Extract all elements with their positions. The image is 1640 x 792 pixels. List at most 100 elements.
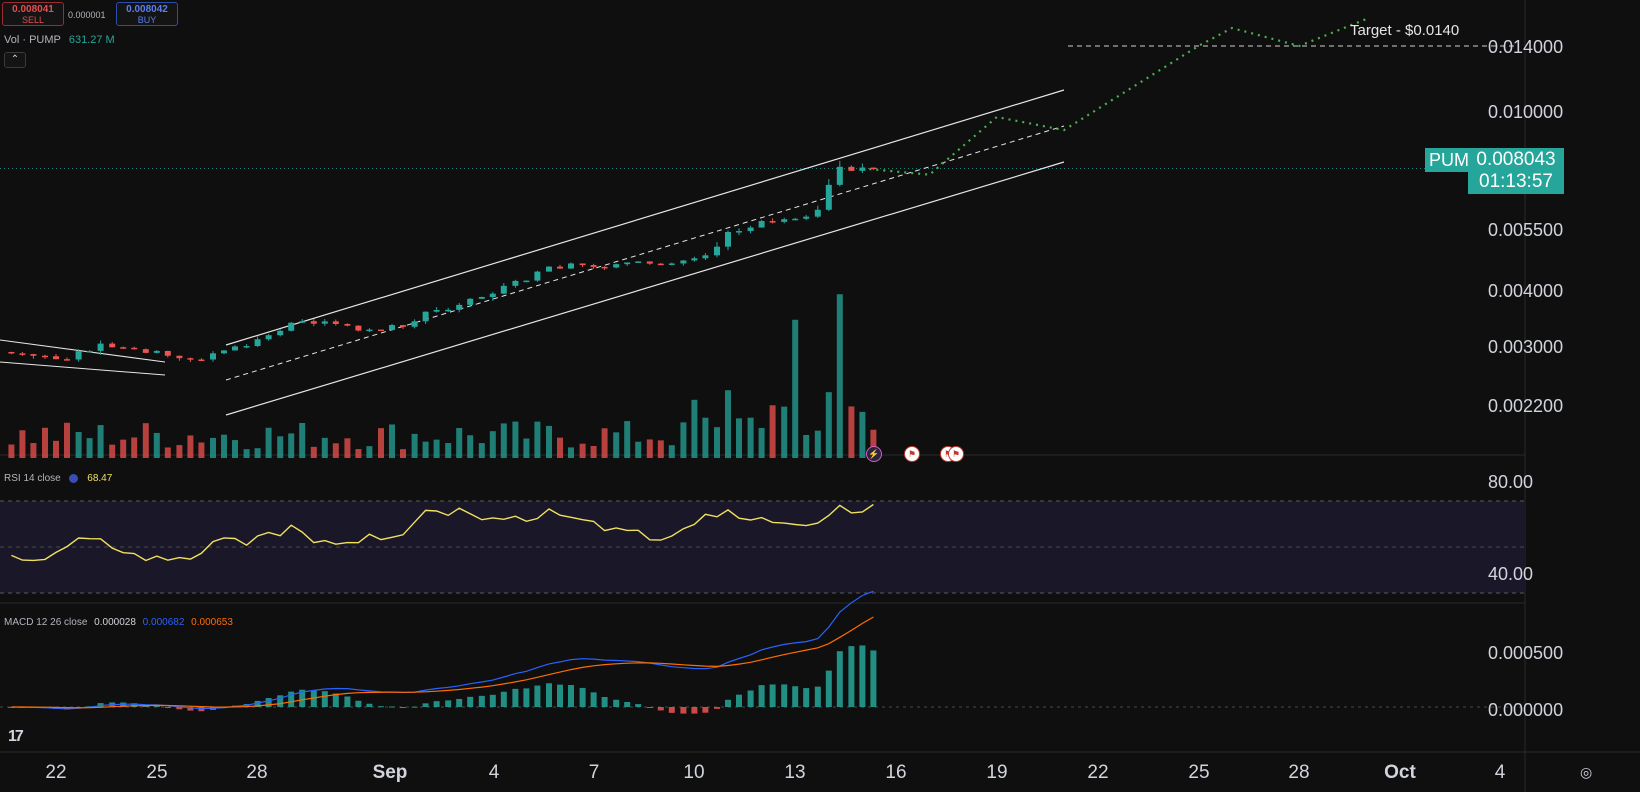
volume-bar [848,406,855,458]
macd-histogram-bar [702,707,709,713]
macd-histogram-bar [792,686,799,707]
rsi-legend: RSI 14 close 68.47 [4,473,112,484]
macd-histogram-bar [781,684,788,707]
time-axis-label: Oct [1384,762,1416,783]
volume-value: 631.27 M [68,34,115,46]
macd-hist-value: 0.000028 [94,617,136,628]
macd-histogram-bar [523,688,530,707]
candle-body [254,339,261,347]
candle-body [657,263,664,266]
candle-body [153,350,160,353]
macd-histogram-bar [668,707,675,713]
candle-body [489,293,496,298]
volume-bar [546,425,552,458]
volume-bar [321,437,328,458]
macd-histogram-bar [859,645,866,707]
volume-bar [758,428,765,458]
candle-body [445,309,452,312]
projection-path [862,17,1367,176]
macd-histogram-bar [500,691,507,707]
macd-histogram-bar [433,701,440,707]
candle-body [624,262,631,265]
macd-histogram-bar [624,701,631,707]
candle-body [19,353,26,355]
rsi-params: 14 close [23,473,61,484]
macd-axis-label: 0.000000 [1488,700,1564,720]
candle-body [714,246,720,256]
volume-bar [781,406,788,458]
price-axis-label: 0.002200 [1488,396,1564,416]
volume-bar [512,421,519,458]
candle-body [848,166,855,171]
macd-histogram-bar [590,692,597,707]
volume-bar [489,431,496,458]
sell-label: SELL [21,15,45,25]
volume-bar [702,417,709,458]
macd-histogram-bar [635,704,642,707]
candle-body [142,349,149,353]
candle-body [355,325,362,331]
gear-icon[interactable]: ◎ [1580,764,1592,781]
us-flag-icon[interactable]: ⚑ [948,446,964,462]
macd-histogram-bar [803,688,810,707]
buy-button[interactable]: 0.008042 BUY [116,2,178,26]
candle-body [613,264,620,268]
volume-bar [232,440,238,458]
macd-histogram-bar [769,684,776,707]
volume-bar [142,423,149,458]
macd-histogram-bar [646,707,653,708]
sell-price: 0.008041 [12,4,54,15]
candle-body [635,261,642,263]
tradingview-logo: 17 [8,728,24,745]
candle-body [299,321,306,323]
macd-histogram-bar [725,699,731,707]
price-axis-label: 0.004000 [1488,281,1564,301]
macd-histogram-bar [848,646,855,707]
time-axis-label: 22 [1087,762,1109,783]
candle-body [646,261,653,264]
candle-body [422,311,429,322]
volume-label: Vol · PUMP [4,34,61,46]
price-axis-label: 0.010000 [1488,102,1564,122]
volume-bar [601,428,608,458]
sell-button[interactable]: 0.008041 SELL [2,2,64,26]
volume-bar [86,438,93,458]
chevron-up-icon[interactable]: ⌃ [4,52,26,68]
volume-bar [590,445,597,458]
candle-body [344,324,351,326]
candle-body [814,209,821,217]
volume-bar [109,444,116,458]
macd-histogram-bar [546,683,552,707]
candle-body [859,167,866,171]
macd-histogram-bar [422,703,429,707]
candle-body [198,359,205,361]
us-flag-icon[interactable]: ⚑ [904,446,920,462]
macd-histogram-bar [814,686,821,707]
macd-histogram-bar [691,707,698,714]
macd-histogram-bar [389,706,395,708]
candle-body [42,355,48,358]
macd-histogram-bar [467,696,474,707]
volume-bar [131,437,138,458]
buy-label: BUY [137,15,157,25]
rsi-name: RSI [4,473,21,484]
volume-bar [210,437,216,458]
volume-bar [523,438,530,458]
time-axis-label: 19 [986,762,1008,783]
macd-histogram-bar [747,690,754,707]
rsi-eye-icon[interactable] [69,473,79,483]
volume-bar [366,446,373,458]
candle-body [131,347,138,350]
candle-body [691,258,698,261]
volume-bar [613,432,620,458]
candle-body [176,355,183,359]
channel-line [0,339,166,363]
lightning-icon[interactable]: ⚡ [866,446,882,462]
candle-body [870,167,877,170]
volume-bar [725,390,731,458]
macd-histogram-bar [366,703,373,707]
candle-body [75,351,82,360]
macd-histogram-bar [332,693,339,707]
macd-histogram-bar [456,698,463,707]
price-chart[interactable] [0,0,1640,792]
